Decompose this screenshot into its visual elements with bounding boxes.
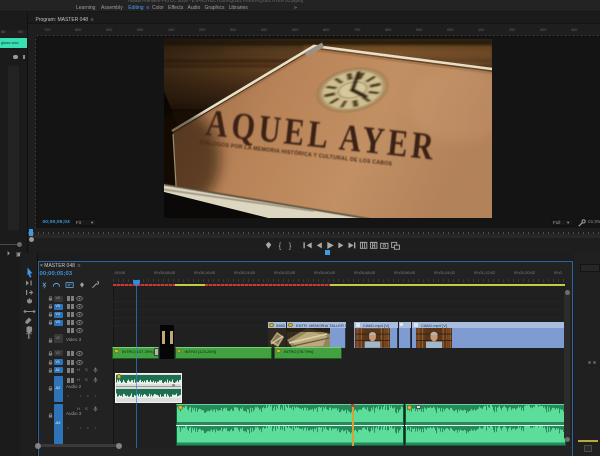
svg-text:T: T bbox=[26, 331, 32, 341]
svg-text:{: { bbox=[279, 241, 282, 250]
svg-text:}: } bbox=[289, 241, 292, 250]
